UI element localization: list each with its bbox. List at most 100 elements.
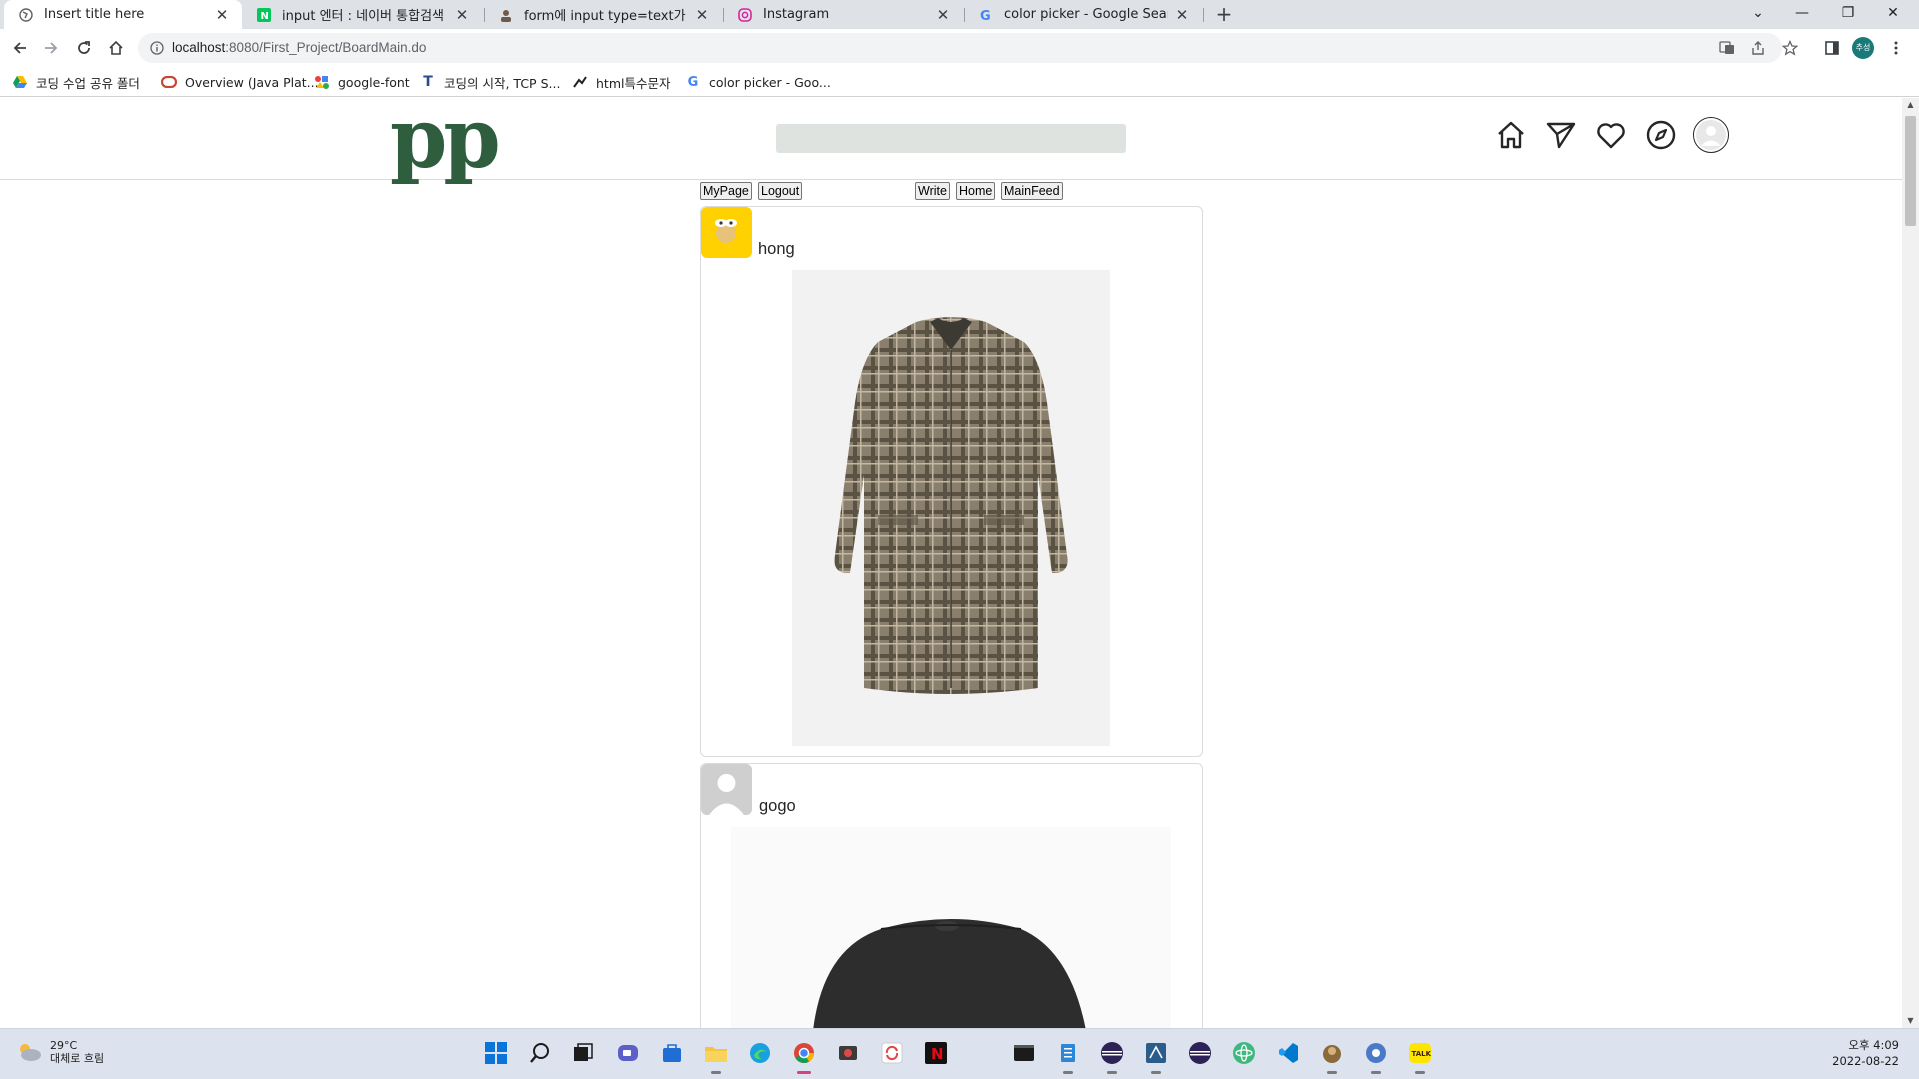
close-window-button[interactable]: ✕: [1871, 0, 1915, 29]
tab-instagram[interactable]: Instagram ✕: [723, 0, 963, 29]
tab-color-picker[interactable]: G color picker - Google Search ✕: [964, 0, 1202, 29]
edge-icon[interactable]: [746, 1039, 774, 1067]
page-scrollbar[interactable]: ▲ ▼: [1902, 98, 1919, 1028]
clock-date: 2022-08-22: [1832, 1054, 1899, 1068]
bookmark-coding-folder[interactable]: 코딩 수업 공유 폴더: [12, 72, 140, 92]
home-icon[interactable]: [1493, 117, 1529, 153]
minimize-button[interactable]: —: [1780, 0, 1824, 29]
weather-widget[interactable]: 29°C 대체로 흐림: [16, 1039, 104, 1065]
notepad-icon[interactable]: [1054, 1039, 1082, 1074]
share-icon[interactable]: [1750, 40, 1766, 56]
sql-developer-icon[interactable]: [1142, 1039, 1170, 1074]
windows-start-icon[interactable]: [482, 1039, 510, 1067]
address-bar[interactable]: localhost:8080/First_Project/BoardMain.d…: [138, 33, 1798, 63]
restore-button[interactable]: ❐: [1826, 0, 1870, 29]
google-icon: G: [978, 7, 994, 23]
running-indicator: [1415, 1071, 1425, 1074]
close-icon[interactable]: ✕: [694, 7, 710, 23]
running-indicator: [1063, 1071, 1073, 1074]
bookmark-java-overview[interactable]: Overview (Java Plat...: [161, 72, 319, 92]
running-indicator: [1327, 1071, 1337, 1074]
close-icon[interactable]: ✕: [935, 7, 951, 23]
menu-button[interactable]: [1884, 36, 1908, 60]
close-icon[interactable]: ✕: [214, 7, 230, 23]
tab-search-button[interactable]: ⌄: [1736, 0, 1780, 29]
new-tab-button[interactable]: +: [1212, 2, 1236, 26]
store-icon[interactable]: [658, 1039, 686, 1067]
sync-app-icon[interactable]: [878, 1039, 906, 1067]
home-button[interactable]: [104, 36, 128, 60]
tab-label: form에 input type=text가 1개만: [524, 9, 688, 24]
mainfeed-button[interactable]: MainFeed: [1001, 182, 1063, 200]
translate-icon[interactable]: [1719, 40, 1735, 56]
post-username[interactable]: hong: [758, 240, 795, 259]
user-icon: [498, 7, 514, 23]
bookmark-google-font[interactable]: google-font: [314, 72, 410, 92]
google-icon: G: [687, 74, 699, 90]
mypage-button[interactable]: MyPage: [700, 182, 752, 200]
atom-icon[interactable]: [1230, 1039, 1258, 1067]
bookmark-html-chars[interactable]: html특수문자: [572, 72, 670, 92]
tab-naver-search[interactable]: N input 엔터 : 네이버 통합검색 ✕: [242, 0, 482, 29]
close-icon[interactable]: ✕: [454, 7, 470, 23]
bookmark-tcp-school[interactable]: T 코딩의 시작, TCP S...: [420, 72, 560, 92]
site-header: pp: [0, 98, 1902, 180]
svg-text:N: N: [931, 1045, 944, 1063]
info-icon[interactable]: [150, 40, 164, 59]
scroll-down-arrow-icon[interactable]: ▼: [1902, 1014, 1919, 1028]
bookmark-color-picker[interactable]: G color picker - Goo...: [685, 72, 831, 92]
site-logo[interactable]: pp: [390, 98, 501, 180]
tab-separator: [1203, 8, 1204, 22]
bookmark-label: color picker - Goo...: [709, 74, 831, 90]
close-icon[interactable]: ✕: [1174, 7, 1190, 23]
home-icon: [109, 40, 123, 55]
tab-insert-title[interactable]: Insert title here ✕: [4, 0, 242, 29]
profile-avatar-icon[interactable]: [1693, 117, 1729, 153]
side-panel-icon: [1825, 41, 1839, 55]
avatar[interactable]: [701, 764, 752, 815]
search-input[interactable]: [776, 124, 1126, 153]
logout-button[interactable]: Logout: [758, 182, 803, 200]
avatar[interactable]: [701, 207, 752, 258]
write-button[interactable]: Write: [915, 182, 950, 200]
back-button[interactable]: [8, 36, 32, 60]
game-app-icon[interactable]: [1318, 1039, 1346, 1074]
home-button[interactable]: Home: [956, 182, 996, 200]
forward-button[interactable]: [39, 36, 63, 60]
vscode-icon[interactable]: [1274, 1039, 1302, 1067]
chrome-icon[interactable]: [790, 1039, 818, 1074]
tab-form-input[interactable]: form에 input type=text가 1개만 ✕: [484, 0, 722, 29]
scroll-up-arrow-icon[interactable]: ▲: [1902, 98, 1919, 112]
eclipse-icon[interactable]: [1098, 1039, 1126, 1074]
eclipse-2-icon[interactable]: [1186, 1039, 1214, 1067]
post-username[interactable]: gogo: [759, 797, 796, 816]
star-icon[interactable]: [1782, 40, 1798, 56]
search-icon[interactable]: [526, 1039, 554, 1067]
arrow-left-icon: [13, 42, 26, 54]
media-app-icon[interactable]: [834, 1039, 862, 1067]
task-view-icon[interactable]: [569, 1039, 597, 1067]
file-explorer-icon[interactable]: [702, 1039, 730, 1074]
netflix-icon[interactable]: N: [922, 1039, 950, 1067]
bookmark-label: html특수문자: [596, 75, 671, 91]
google-drive-icon: [12, 74, 28, 90]
profile-button[interactable]: 추성: [1851, 36, 1875, 60]
compass-icon[interactable]: [1643, 117, 1679, 153]
system-clock[interactable]: 오후 4:09 2022-08-22: [1832, 1037, 1899, 1069]
bookmarks-bar: 코딩 수업 공유 폴더 Overview (Java Plat... googl…: [0, 67, 1919, 97]
feed-post: hong: [700, 206, 1203, 757]
terminal-icon[interactable]: [1010, 1039, 1038, 1067]
active-indicator: [797, 1071, 811, 1074]
capture-app-icon[interactable]: [1362, 1039, 1390, 1074]
post-image[interactable]: [792, 270, 1110, 746]
windows-taskbar: 29°C 대체로 흐림 N TALK 오후 4:09 2022-08-22: [0, 1028, 1919, 1079]
post-image[interactable]: [731, 827, 1171, 1028]
scrollbar-thumb[interactable]: [1905, 116, 1916, 226]
send-icon[interactable]: [1543, 117, 1579, 153]
teams-chat-icon[interactable]: [614, 1039, 642, 1067]
side-panel-button[interactable]: [1820, 36, 1844, 60]
tab-label: Instagram: [763, 7, 830, 22]
reload-button[interactable]: [72, 36, 96, 60]
kakaotalk-icon[interactable]: TALK: [1406, 1039, 1434, 1074]
heart-icon[interactable]: [1593, 117, 1629, 153]
